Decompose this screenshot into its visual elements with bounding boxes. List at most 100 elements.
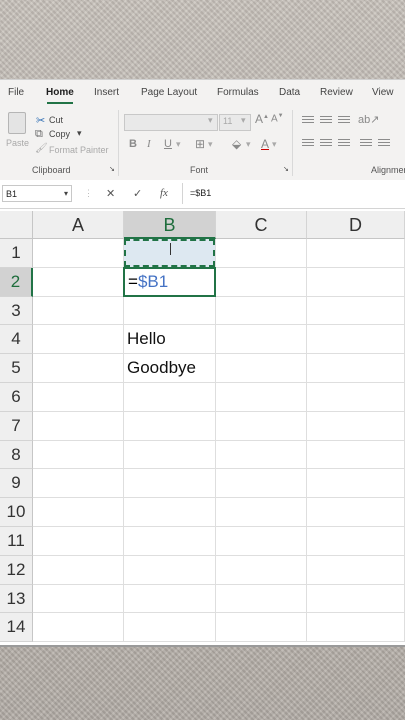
cell-b8[interactable] (124, 440, 216, 470)
row-header-5[interactable]: 5 (0, 354, 33, 383)
cell-b12[interactable] (124, 555, 216, 585)
name-box-dropdown-icon[interactable]: ▾ (64, 189, 68, 198)
cancel-icon[interactable]: ✕ (106, 187, 115, 200)
row-header-14[interactable]: 14 (0, 613, 33, 643)
cell-d13[interactable] (307, 584, 405, 614)
worksheet-grid[interactable]: A B C D 1 2 3 4 Hello 5 Goodbye 6 7 8 9 10 11 12 13 14 … (0, 211, 405, 645)
cell-a14[interactable] (33, 613, 124, 643)
formula-input[interactable]: =$B1 (190, 188, 211, 198)
cell-b4[interactable]: Hello (124, 325, 216, 355)
increase-font-icon[interactable]: A▲ (255, 112, 269, 126)
cell-b6[interactable] (124, 383, 216, 412)
tab-formulas[interactable]: Formulas (217, 87, 259, 98)
row-header-7[interactable]: 7 (0, 411, 33, 441)
cell-c1[interactable] (216, 239, 307, 268)
cell-c6[interactable] (216, 383, 307, 412)
tab-insert[interactable]: Insert (94, 87, 119, 98)
name-box[interactable]: B1 (2, 185, 72, 202)
clipboard-launcher-icon[interactable]: ↘ (109, 165, 115, 173)
column-header-b[interactable]: B (124, 211, 216, 239)
tab-review[interactable]: Review (320, 87, 353, 98)
font-color-icon[interactable]: A (261, 137, 269, 151)
row-header-4[interactable]: 4 (0, 325, 33, 355)
align-middle-icon[interactable] (320, 116, 332, 125)
fill-color-icon[interactable]: ⬙ (232, 137, 241, 151)
cell-c13[interactable] (216, 584, 307, 614)
row-header-1[interactable]: 1 (0, 239, 33, 268)
cell-d11[interactable] (307, 527, 405, 556)
cell-b9[interactable] (124, 469, 216, 499)
cell-d2[interactable] (307, 267, 405, 297)
cell-c3[interactable] (216, 296, 307, 326)
cell-d10[interactable] (307, 498, 405, 527)
column-header-d[interactable]: D (307, 211, 405, 239)
font-name-select[interactable] (124, 114, 218, 131)
cell-a10[interactable] (33, 498, 124, 527)
align-top-icon[interactable] (302, 116, 314, 125)
cell-b11[interactable] (124, 527, 216, 556)
cell-d3[interactable] (307, 296, 405, 326)
cell-a8[interactable] (33, 440, 124, 470)
orientation-icon[interactable]: ab↗ (358, 113, 379, 126)
bold-button[interactable]: B (129, 138, 137, 150)
align-left-icon[interactable] (302, 139, 314, 148)
cell-a12[interactable] (33, 555, 124, 585)
copy-dropdown-icon[interactable]: ▾ (77, 128, 82, 139)
row-header-12[interactable]: 12 (0, 555, 33, 585)
tab-view[interactable]: View (372, 87, 394, 98)
italic-button[interactable]: I (147, 138, 151, 150)
row-header-8[interactable]: 8 (0, 440, 33, 470)
cell-d5[interactable] (307, 354, 405, 383)
cell-a11[interactable] (33, 527, 124, 556)
cell-d1[interactable] (307, 239, 405, 268)
insert-function-icon[interactable]: fx (160, 187, 168, 199)
cell-b7[interactable] (124, 411, 216, 441)
cell-b14[interactable] (124, 613, 216, 643)
cell-c12[interactable] (216, 555, 307, 585)
fill-color-dropdown-icon[interactable]: ▾ (246, 139, 251, 150)
font-color-dropdown-icon[interactable]: ▾ (272, 139, 277, 150)
tab-file[interactable]: File (8, 87, 24, 98)
cell-d7[interactable] (307, 411, 405, 441)
tab-data[interactable]: Data (279, 87, 300, 98)
cell-d14[interactable] (307, 613, 405, 643)
cell-c8[interactable] (216, 440, 307, 470)
tab-page-layout[interactable]: Page Layout (141, 87, 197, 98)
cell-d4[interactable] (307, 325, 405, 355)
row-header-6[interactable]: 6 (0, 383, 33, 412)
cell-a4[interactable] (33, 325, 124, 355)
cell-d12[interactable] (307, 555, 405, 585)
underline-dropdown-icon[interactable]: ▾ (176, 139, 181, 150)
cell-d8[interactable] (307, 440, 405, 470)
format-painter-button[interactable]: Format Painter (49, 145, 109, 155)
column-header-c[interactable]: C (216, 211, 307, 239)
cell-c14[interactable] (216, 613, 307, 643)
cell-a1[interactable] (33, 239, 124, 268)
align-center-icon[interactable] (320, 139, 332, 148)
cut-button[interactable]: Cut (49, 115, 63, 125)
row-header-3[interactable]: 3 (0, 296, 33, 326)
row-header-11[interactable]: 11 (0, 527, 33, 556)
cell-d6[interactable] (307, 383, 405, 412)
active-cell-b2[interactable]: =$B1 (123, 267, 216, 297)
row-header-13[interactable]: 13 (0, 584, 33, 614)
font-size-dropdown-icon[interactable]: ▾ (241, 115, 246, 126)
cell-c11[interactable] (216, 527, 307, 556)
cell-c9[interactable] (216, 469, 307, 499)
cell-a7[interactable] (33, 411, 124, 441)
cell-a6[interactable] (33, 383, 124, 412)
align-bottom-icon[interactable] (338, 116, 350, 125)
cell-a5[interactable] (33, 354, 124, 383)
cell-b10[interactable] (124, 498, 216, 527)
cell-c4[interactable] (216, 325, 307, 355)
font-launcher-icon[interactable]: ↘ (283, 165, 289, 173)
increase-indent-icon[interactable] (378, 139, 390, 148)
cell-c2[interactable] (216, 267, 307, 297)
cell-d9[interactable] (307, 469, 405, 499)
cell-c7[interactable] (216, 411, 307, 441)
cell-b5[interactable]: Goodbye (124, 354, 216, 383)
column-header-a[interactable]: A (33, 211, 124, 239)
cell-b13[interactable] (124, 584, 216, 614)
row-header-2[interactable]: 2 (0, 267, 33, 297)
cell-c10[interactable] (216, 498, 307, 527)
